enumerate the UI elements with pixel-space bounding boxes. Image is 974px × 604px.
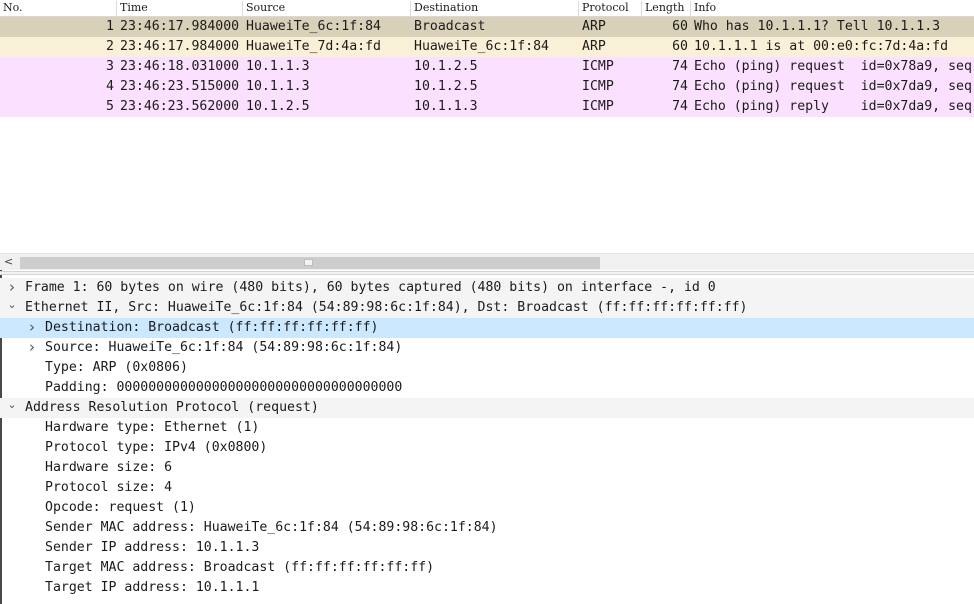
packet-cell-source: 10.1.2.5 — [246, 99, 310, 114]
packet-cell-info: Echo (ping) request id=0x78a9, seq — [694, 59, 972, 74]
detail-row[interactable]: Padding: 0000000000000000000000000000000… — [0, 378, 974, 398]
detail-row[interactable]: Type: ARP (0x0806) — [0, 358, 974, 378]
packet-cell-length: 74 — [672, 99, 688, 114]
detail-text: Source: HuaweiTe_6c:1f:84 (54:89:98:6c:1… — [45, 340, 403, 355]
column-header-destination[interactable]: Destination — [411, 1, 579, 16]
detail-row[interactable]: Protocol size: 4 — [0, 478, 974, 498]
detail-row[interactable]: Target IP address: 10.1.1.1 — [0, 578, 974, 598]
packet-list[interactable]: No. Time Source Destination Protocol Len… — [0, 0, 974, 270]
chevron-down-icon[interactable]: ⌄ — [6, 298, 18, 318]
detail-text: Target IP address: 10.1.1.1 — [45, 580, 260, 595]
packet-row[interactable]: 4 23:46:23.515000 10.1.1.3 10.1.2.5 ICMP 74 Ec… — [0, 77, 974, 97]
column-header-info[interactable]: Info — [691, 1, 974, 16]
chevron-right-icon[interactable]: › — [26, 338, 38, 358]
column-header-no[interactable]: No. — [0, 1, 117, 16]
packet-cell-destination: HuaweiTe_6c:1f:84 — [414, 39, 549, 54]
packet-cell-info: Echo (ping) request id=0x7da9, seq — [694, 79, 972, 94]
chevron-right-icon[interactable]: › — [26, 318, 38, 338]
detail-text: Protocol size: 4 — [45, 480, 173, 495]
packet-details-tree[interactable]: › Frame 1: 60 bytes on wire (480 bits), 6… — [0, 278, 974, 604]
detail-text: Hardware size: 6 — [45, 460, 173, 475]
packet-cell-destination: Broadcast — [414, 19, 486, 34]
packet-row[interactable]: 2 23:46:17.984000 HuaweiTe_7d:4a:fd HuaweiT… — [0, 37, 974, 57]
detail-text: Opcode: request (1) — [45, 500, 196, 515]
detail-text: Padding: 0000000000000000000000000000000… — [45, 380, 403, 395]
chevron-right-icon[interactable]: › — [6, 278, 18, 298]
packet-cell-no: 5 — [106, 99, 114, 114]
packet-cell-protocol: ICMP — [582, 79, 614, 94]
packet-cell-no: 4 — [106, 79, 114, 94]
scrollbar-thumb[interactable] — [20, 257, 600, 269]
detail-row[interactable]: ⌄ Ethernet II, Src: HuaweiTe_6c:1f:84 (54… — [0, 298, 974, 318]
packet-cell-protocol: ICMP — [582, 59, 614, 74]
column-header-protocol[interactable]: Protocol — [579, 1, 642, 16]
column-header-length[interactable]: Length — [642, 1, 691, 16]
packet-cell-protocol: ARP — [582, 39, 606, 54]
packet-cell-time: 23:46:17.984000 — [120, 19, 240, 34]
packet-cell-length: 74 — [672, 79, 688, 94]
horizontal-scrollbar[interactable]: < — [0, 253, 974, 270]
detail-row[interactable]: Opcode: request (1) — [0, 498, 974, 518]
packet-cell-destination: 10.1.2.5 — [414, 59, 478, 74]
packet-cell-time: 23:46:17.984000 — [120, 39, 240, 54]
pane-splitter[interactable] — [0, 271, 974, 275]
detail-row[interactable]: › Destination: Broadcast (ff:ff:ff:ff:ff:… — [0, 318, 974, 338]
packet-row[interactable]: 1 23:46:17.984000 HuaweiTe_6c:1f:84 Broadca… — [0, 17, 974, 37]
packet-cell-source: 10.1.1.3 — [246, 59, 310, 74]
detail-text: Ethernet II, Src: HuaweiTe_6c:1f:84 (54:… — [25, 300, 748, 315]
packet-cell-time: 23:46:18.031000 — [120, 59, 240, 74]
detail-row[interactable]: Sender IP address: 10.1.1.3 — [0, 538, 974, 558]
packet-cell-protocol: ARP — [582, 19, 606, 34]
packet-cell-destination: 10.1.2.5 — [414, 79, 478, 94]
detail-text: Protocol type: IPv4 (0x0800) — [45, 440, 268, 455]
detail-text: Destination: Broadcast (ff:ff:ff:ff:ff:f… — [45, 320, 379, 335]
packet-cell-no: 3 — [106, 59, 114, 74]
detail-text: Sender IP address: 10.1.1.3 — [45, 540, 260, 555]
detail-row[interactable]: Sender MAC address: HuaweiTe_6c:1f:84 (5… — [0, 518, 974, 538]
detail-row[interactable]: Protocol type: IPv4 (0x0800) — [0, 438, 974, 458]
packet-cell-source: HuaweiTe_7d:4a:fd — [246, 39, 381, 54]
packet-cell-length: 60 — [672, 39, 688, 54]
detail-row[interactable]: Target MAC address: Broadcast (ff:ff:ff:… — [0, 558, 974, 578]
packet-cell-source: HuaweiTe_6c:1f:84 — [246, 19, 381, 34]
detail-text: Type: ARP (0x0806) — [45, 360, 188, 375]
packet-cell-time: 23:46:23.562000 — [120, 99, 240, 114]
packet-list-header: No. Time Source Destination Protocol Len… — [0, 0, 974, 17]
packet-cell-info: Who has 10.1.1.1? Tell 10.1.1.3 — [694, 19, 941, 34]
detail-row[interactable]: › Source: HuaweiTe_6c:1f:84 (54:89:98:6c:… — [0, 338, 974, 358]
scroll-left-icon[interactable]: < — [4, 255, 13, 268]
detail-row[interactable]: ⌄ Address Resolution Protocol (request) — [0, 398, 974, 418]
packet-cell-destination: 10.1.1.3 — [414, 99, 478, 114]
detail-row[interactable]: Hardware type: Ethernet (1) — [0, 418, 974, 438]
detail-row[interactable]: › Frame 1: 60 bytes on wire (480 bits), 6… — [0, 278, 974, 298]
packet-cell-info: 10.1.1.1 is at 00:e0:fc:7d:4a:fd — [694, 39, 949, 54]
packet-cell-length: 60 — [672, 19, 688, 34]
packet-row[interactable]: 5 23:46:23.562000 10.1.2.5 10.1.1.3 ICMP 74 Ec… — [0, 97, 974, 117]
column-header-source[interactable]: Source — [243, 1, 411, 16]
packet-cell-time: 23:46:23.515000 — [120, 79, 240, 94]
detail-text: Hardware type: Ethernet (1) — [45, 420, 260, 435]
detail-text: Frame 1: 60 bytes on wire (480 bits), 60… — [25, 280, 716, 295]
detail-row[interactable]: Hardware size: 6 — [0, 458, 974, 478]
packet-cell-info: Echo (ping) reply id=0x7da9, seq — [694, 99, 972, 114]
detail-text: Address Resolution Protocol (request) — [25, 400, 319, 415]
packet-cell-source: 10.1.1.3 — [246, 79, 310, 94]
packet-cell-no: 2 — [106, 39, 114, 54]
column-header-time[interactable]: Time — [117, 1, 243, 16]
detail-text: Target MAC address: Broadcast (ff:ff:ff:… — [45, 560, 435, 575]
packet-row[interactable]: 3 23:46:18.031000 10.1.1.3 10.1.2.5 ICMP 74 Ec… — [0, 57, 974, 77]
packet-cell-no: 1 — [106, 19, 114, 34]
scrollbar-grip — [304, 259, 313, 266]
packet-cell-length: 74 — [672, 59, 688, 74]
packet-cell-protocol: ICMP — [582, 99, 614, 114]
chevron-down-icon[interactable]: ⌄ — [6, 398, 18, 418]
detail-text: Sender MAC address: HuaweiTe_6c:1f:84 (5… — [45, 520, 498, 535]
